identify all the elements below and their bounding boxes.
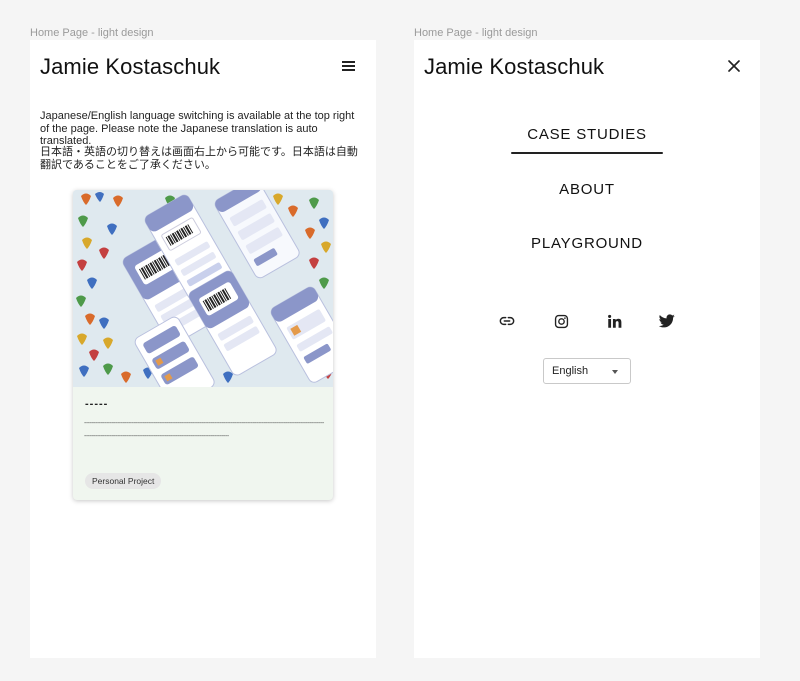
project-card-title: ----- (85, 398, 109, 410)
app-mockup-illustration (73, 190, 333, 387)
canvas-label-left: Home Page - light design (30, 27, 154, 39)
chevron-down-icon (612, 370, 618, 374)
project-card-description: ----------------------------------------… (84, 420, 324, 440)
menu-item-about[interactable]: ABOUT (414, 181, 760, 198)
linkedin-icon[interactable] (605, 312, 623, 330)
language-select-value: English (552, 365, 589, 377)
intro-english-text: Japanese/English language switching is a… (40, 110, 355, 147)
project-card[interactable]: ----- ----------------------------------… (73, 190, 333, 500)
menu-page-frame: Jamie Kostaschuk CASE STUDIES ABOUT PLAY… (414, 40, 760, 658)
close-icon[interactable] (726, 58, 742, 74)
project-tag[interactable]: Personal Project (85, 473, 162, 489)
instagram-icon[interactable] (552, 312, 570, 330)
hamburger-menu-icon[interactable] (342, 61, 356, 72)
canvas-label-right: Home Page - light design (414, 27, 538, 39)
active-menu-indicator (511, 152, 663, 154)
site-title[interactable]: Jamie Kostaschuk (424, 54, 604, 80)
intro-japanese-text: 日本語・英語の切り替えは画面右上から可能です。日本語は自動翻訳であることをご了承… (40, 146, 358, 171)
home-page-frame: Jamie Kostaschuk Japanese/English langua… (30, 40, 376, 658)
language-select[interactable]: English (543, 358, 631, 384)
menu-item-playground[interactable]: PLAYGROUND (414, 235, 760, 252)
twitter-icon[interactable] (658, 312, 676, 330)
site-title[interactable]: Jamie Kostaschuk (40, 54, 220, 80)
link-icon[interactable] (498, 312, 516, 330)
menu-item-case-studies[interactable]: CASE STUDIES (414, 126, 760, 143)
